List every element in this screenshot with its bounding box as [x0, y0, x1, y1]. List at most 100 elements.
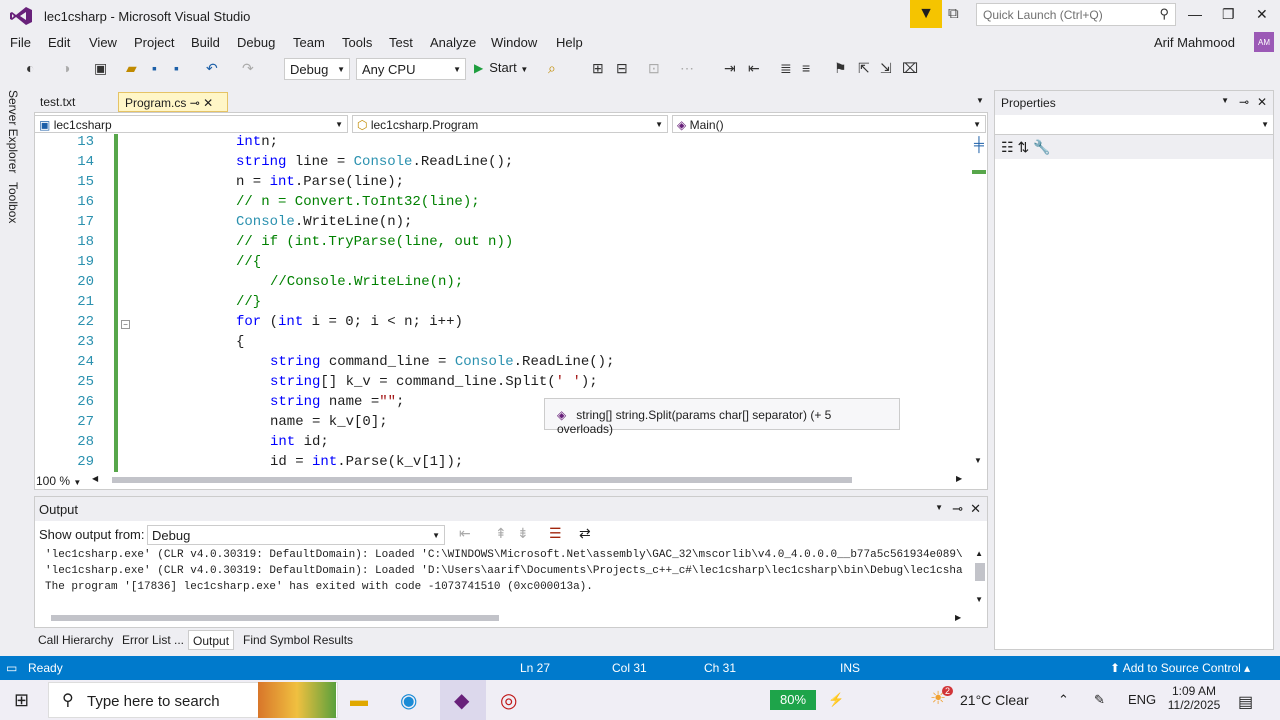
go-next-icon[interactable]: ⇟ — [517, 525, 529, 542]
find-message-icon[interactable]: ⇤ — [459, 525, 471, 542]
menu-tools[interactable]: Tools — [342, 35, 372, 50]
minimize-button[interactable]: — — [1188, 6, 1202, 22]
menu-project[interactable]: Project — [134, 35, 174, 50]
property-pages-icon[interactable]: 🔧 — [1033, 139, 1050, 155]
menu-view[interactable]: View — [89, 35, 117, 50]
menu-help[interactable]: Help — [556, 35, 583, 50]
menu-edit[interactable]: Edit — [48, 35, 70, 50]
save-all-icon[interactable]: ▪ — [174, 60, 179, 76]
chevron-down-icon[interactable]: ▼ — [1221, 96, 1229, 105]
comment-icon[interactable]: ≣ — [780, 60, 792, 77]
code-line[interactable]: 19 //{ — [34, 254, 974, 274]
indent-icon[interactable]: ⇥ — [724, 60, 736, 77]
categorized-icon[interactable]: ☷ — [1001, 139, 1014, 155]
server-explorer-tab[interactable]: Server Explorer — [6, 90, 20, 173]
tab-call-hierarchy[interactable]: Call Hierarchy — [34, 630, 117, 650]
toolbox-tab[interactable]: Toolbox — [6, 182, 20, 223]
visual-studio-taskbar-button[interactable]: ◆ — [440, 680, 486, 720]
word-wrap-icon[interactable]: ⇄ — [579, 525, 591, 542]
menu-file[interactable]: File — [10, 35, 31, 50]
scroll-down-icon[interactable]: ▼ — [974, 456, 982, 465]
code-line[interactable]: 22 for (int i = 0; i < n; i++) — [34, 314, 974, 334]
menu-window[interactable]: Window — [491, 35, 537, 50]
weather-text[interactable]: 21°C Clear — [960, 692, 1029, 708]
edge-icon[interactable]: ◉ — [400, 688, 417, 713]
undo-icon[interactable]: ↶ — [206, 60, 218, 77]
scroll-right-icon[interactable]: ▶ — [956, 474, 962, 483]
clear-bookmarks-icon[interactable]: ⌧ — [902, 60, 918, 77]
forward-icon[interactable]: ◑ — [62, 60, 70, 76]
menu-debug[interactable]: Debug — [237, 35, 275, 50]
menu-analyze[interactable]: Analyze — [430, 35, 476, 50]
pin-icon[interactable]: ⊸ — [1239, 95, 1249, 109]
code-line[interactable]: 29 id = int.Parse(k_v[1]); — [34, 454, 974, 472]
menu-team[interactable]: Team — [293, 35, 325, 50]
code-line[interactable]: 17 Console.WriteLine(n); — [34, 214, 974, 234]
user-name[interactable]: Arif Mahmood — [1154, 35, 1235, 50]
notifications-icon[interactable]: ▤ — [1238, 692, 1253, 712]
platform-select[interactable]: Any CPU ▼ — [356, 58, 466, 80]
output-horizontal-scrollbar[interactable]: ▶ — [51, 613, 961, 623]
tab-error-list[interactable]: Error List ... — [118, 630, 188, 650]
code-line[interactable]: 20 //Console.WriteLine(n); — [34, 274, 974, 294]
redo-icon[interactable]: ↷ — [242, 60, 254, 77]
code-line[interactable]: 15 n = int.Parse(line); — [34, 174, 974, 194]
scroll-down-icon[interactable]: ▼ — [975, 595, 983, 604]
code-line[interactable]: 18 // if (int.TryParse(line, out n)) — [34, 234, 974, 254]
code-line[interactable]: 14 string line = Console.ReadLine(); — [34, 154, 974, 174]
uncomment-icon[interactable]: ≡ — [802, 60, 810, 76]
windows-start-icon[interactable]: ⊞ — [14, 690, 29, 711]
configuration-select[interactable]: Debug ▼ — [284, 58, 350, 80]
feedback-icon[interactable]: ⧉ — [948, 5, 959, 22]
filter-icon[interactable]: ▼ — [910, 0, 942, 28]
back-icon[interactable]: ◐ — [26, 60, 34, 76]
quick-launch-input[interactable]: Quick Launch (Ctrl+Q) ⚲ — [976, 3, 1176, 26]
code-line[interactable]: 24 string command_line = Console.ReadLine… — [34, 354, 974, 374]
zoom-select[interactable]: 100 % ▼ — [36, 474, 92, 488]
scroll-thumb[interactable] — [112, 477, 852, 483]
save-icon[interactable]: ▪ — [152, 60, 157, 76]
bookmark-icon[interactable]: ⚑ — [834, 60, 847, 77]
project-navigation-select[interactable]: ▣ lec1csharp ▼ — [34, 115, 348, 133]
pen-icon[interactable]: ✎ — [1094, 692, 1105, 708]
close-icon[interactable]: ✕ — [970, 501, 981, 517]
member-navigation-select[interactable]: ◈ Main() ▼ — [672, 115, 986, 133]
comment-disabled-icon[interactable]: ⋯ — [680, 60, 694, 77]
close-button[interactable]: ✕ — [1256, 6, 1268, 23]
properties-object-select[interactable]: ▼ — [995, 115, 1273, 135]
code-line[interactable]: 16 // n = Convert.ToInt32(line); — [34, 194, 974, 214]
source-control-button[interactable]: ⬆ Add to Source Control ▴ — [1110, 661, 1250, 675]
scroll-left-icon[interactable]: ◀ — [92, 474, 98, 483]
open-icon[interactable]: ▰ — [126, 60, 137, 77]
maximize-button[interactable]: ❐ — [1222, 6, 1235, 23]
chevron-up-icon[interactable]: ⌃ — [1058, 692, 1069, 708]
outdent-icon[interactable]: ⇤ — [748, 60, 760, 77]
menu-test[interactable]: Test — [389, 35, 413, 50]
tab-test-txt[interactable]: test.txt — [34, 92, 81, 112]
tab-overflow-icon[interactable]: ▼ — [976, 96, 984, 105]
start-button[interactable]: ▶ Start ▼ — [474, 60, 528, 75]
breakpoint-icon[interactable]: ⊞ — [592, 60, 604, 77]
go-prev-icon[interactable]: ⇞ — [495, 525, 507, 542]
output-source-select[interactable]: Debug ▼ — [147, 525, 445, 545]
new-project-icon[interactable]: ▣ — [94, 60, 107, 77]
obs-icon[interactable]: ◎ — [500, 688, 517, 713]
type-navigation-select[interactable]: ⬡ lec1csharp.Program ▼ — [352, 115, 668, 133]
pin-icon[interactable]: ⊸ — [190, 96, 200, 110]
code-line[interactable]: 28 int id; — [34, 434, 974, 454]
tab-output[interactable]: Output — [188, 630, 235, 650]
avatar[interactable]: AM — [1254, 32, 1274, 52]
battery-indicator[interactable]: 80% — [770, 690, 816, 710]
bookmark-disabled-icon[interactable]: ⊡ — [648, 60, 660, 77]
editor-vertical-scrollbar[interactable]: ╪ ▼ — [972, 134, 986, 472]
clear-all-icon[interactable]: ☰ — [549, 525, 562, 542]
close-icon[interactable]: ✕ — [203, 96, 213, 110]
code-line[interactable]: 21 //} — [34, 294, 974, 314]
scroll-thumb[interactable] — [51, 615, 499, 621]
scroll-up-icon[interactable]: ▲ — [975, 549, 983, 558]
output-vscroll-thumb[interactable] — [975, 563, 985, 581]
tab-program-cs[interactable]: Program.cs ⊸ ✕ — [118, 92, 228, 112]
clock[interactable]: 1:09 AM 11/2/2025 — [1166, 684, 1222, 712]
find-icon[interactable]: ⌕ — [548, 60, 556, 77]
code-line[interactable]: 23 { — [34, 334, 974, 354]
